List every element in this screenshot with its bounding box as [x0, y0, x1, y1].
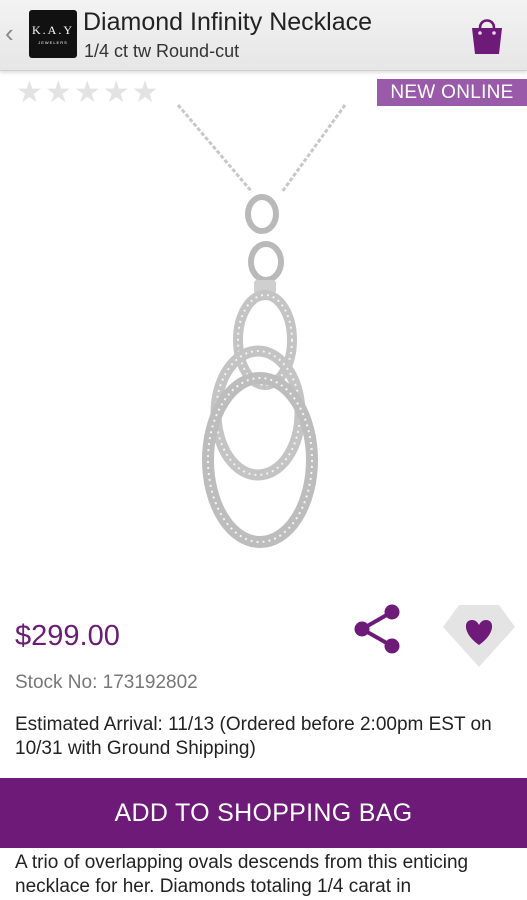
heart-diamond-icon[interactable]: [443, 601, 515, 669]
logo-subtext: JEWELERS: [38, 40, 68, 45]
star-icon: ★: [73, 76, 101, 109]
star-icon: ★: [44, 76, 72, 109]
product-description: A trio of overlapping ovals descends fro…: [15, 852, 469, 897]
kay-logo[interactable]: K.A.Y JEWELERS: [29, 10, 77, 58]
stock-number: Stock No: 173192802: [15, 672, 198, 693]
product-subtitle: 1/4 ct tw Round-cut: [84, 41, 240, 61]
share-icon[interactable]: [352, 603, 404, 655]
product-title: Diamond Infinity Necklace: [83, 8, 373, 36]
action-bar: ‹ K.A.Y JEWELERS Diamond Infinity Neckla…: [0, 0, 527, 71]
star-icon: ★: [102, 76, 130, 109]
shopping-bag-icon[interactable]: [468, 14, 506, 56]
product-price: $299.00: [15, 620, 120, 652]
back-chevron-icon[interactable]: ‹: [5, 20, 14, 46]
add-to-bag-button[interactable]: ADD TO SHOPPING BAG: [0, 778, 527, 848]
estimated-arrival: Estimated Arrival: 11/13 (Ordered before…: [15, 714, 492, 759]
star-icon: ★: [16, 76, 43, 109]
necklace-product-image[interactable]: [130, 100, 410, 570]
logo-text: K.A.Y: [32, 23, 74, 37]
